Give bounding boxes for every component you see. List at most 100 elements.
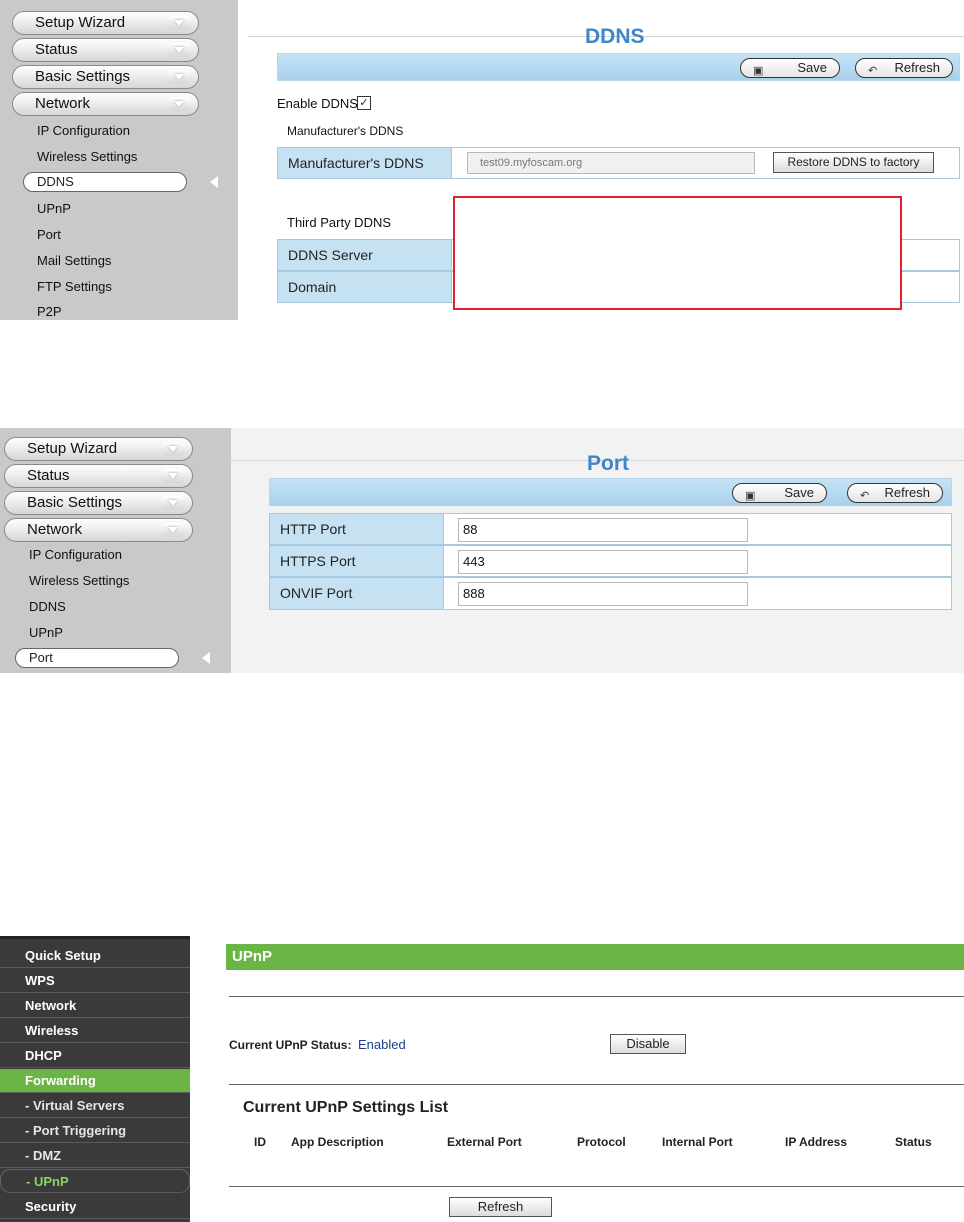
router-menu-virtual-servers[interactable]: - Virtual Servers [0, 1094, 190, 1118]
column-app-description: App Description [291, 1135, 384, 1149]
column-external-port: External Port [447, 1135, 522, 1149]
enable-ddns-label: Enable DDNS [277, 96, 358, 111]
page-title: Port [587, 452, 629, 475]
submenu-upnp[interactable]: UPnP [29, 625, 63, 640]
upnp-list-title: Current UPnP Settings List [243, 1099, 449, 1116]
menu-label: Setup Wizard [35, 14, 126, 31]
refresh-list-button[interactable]: Refresh [449, 1197, 552, 1217]
submenu-wireless-settings[interactable]: Wireless Settings [37, 149, 137, 164]
menu-network[interactable]: Network [4, 518, 193, 542]
router-menu-forwarding[interactable]: Forwarding [0, 1069, 190, 1093]
restore-ddns-button[interactable]: Restore DDNS to factory [773, 152, 934, 173]
ddns-server-label: DDNS Server [277, 239, 452, 271]
save-icon: ▣ [753, 65, 764, 77]
save-button[interactable]: ▣ Save [740, 58, 840, 78]
save-label: Save [784, 485, 814, 500]
refresh-button[interactable]: ↶ Refresh [847, 483, 943, 503]
manufacturer-ddns-section: Manufacturer's DDNS [287, 124, 404, 138]
onvif-port-input[interactable]: 888 [458, 582, 748, 606]
router-menu-port-triggering[interactable]: - Port Triggering [0, 1119, 190, 1143]
menu-basic-settings[interactable]: Basic Settings [4, 491, 193, 515]
menu-setup-wizard[interactable]: Setup Wizard [4, 437, 193, 461]
refresh-icon: ↶ [860, 490, 870, 502]
router-menu-wps[interactable]: WPS [0, 969, 190, 993]
menu-status[interactable]: Status [12, 38, 199, 62]
chevron-down-icon [166, 43, 192, 57]
divider [229, 1084, 964, 1085]
submenu-port[interactable]: Port [37, 227, 61, 242]
column-protocol: Protocol [577, 1135, 626, 1149]
refresh-icon: ↶ [868, 65, 878, 77]
menu-label: Network [35, 95, 91, 112]
menu-network[interactable]: Network [12, 92, 199, 116]
disable-upnp-button[interactable]: Disable [610, 1034, 686, 1054]
submenu-ftp-settings[interactable]: FTP Settings [37, 279, 112, 294]
save-icon: ▣ [745, 490, 756, 502]
save-label: Save [797, 60, 827, 75]
submenu-ddns-active[interactable]: DDNS [23, 172, 187, 192]
submenu-ddns[interactable]: DDNS [29, 599, 66, 614]
refresh-label: Refresh [894, 60, 940, 75]
submenu-ip-configuration[interactable]: IP Configuration [37, 123, 130, 138]
save-button[interactable]: ▣ Save [732, 483, 827, 503]
router-menu-upnp[interactable]: - UPnP [0, 1169, 190, 1193]
menu-basic-settings[interactable]: Basic Settings [12, 65, 199, 89]
http-port-input[interactable]: 88 [458, 518, 748, 542]
upnp-status-label: Current UPnP Status: [229, 1038, 352, 1052]
submenu-p2p[interactable]: P2P [37, 304, 62, 319]
chevron-down-icon [166, 16, 192, 30]
menu-label: Status [27, 467, 70, 484]
menu-label: Network [27, 521, 83, 538]
active-pointer-icon [210, 176, 218, 188]
refresh-label: Refresh [884, 485, 930, 500]
chevron-down-icon [166, 97, 192, 111]
router-upnp-panel: Quick Setup WPS Network Wireless DHCP Fo… [0, 936, 964, 1222]
router-menu-security[interactable]: Security [0, 1195, 190, 1219]
column-status: Status [895, 1135, 932, 1149]
router-menu-quick-setup[interactable]: Quick Setup [0, 944, 190, 968]
active-pointer-icon [202, 652, 210, 664]
menu-setup-wizard[interactable]: Setup Wizard [12, 11, 199, 35]
enable-ddns-checkbox[interactable]: ✓ [357, 96, 371, 110]
refresh-button[interactable]: ↶ Refresh [855, 58, 953, 78]
chevron-down-icon [160, 469, 186, 483]
toolbar: ▣ Save ↶ Refresh [269, 478, 952, 506]
submenu-mail-settings[interactable]: Mail Settings [37, 253, 111, 268]
toolbar: ▣ Save ↶ Refresh [277, 53, 960, 81]
https-port-label: HTTPS Port [269, 545, 444, 577]
divider [229, 996, 964, 997]
router-menu-wireless[interactable]: Wireless [0, 1019, 190, 1043]
menu-status[interactable]: Status [4, 464, 193, 488]
upnp-status-value: Enabled [358, 1037, 406, 1052]
port-panel: Setup Wizard Status Basic Settings Netwo… [0, 428, 964, 673]
submenu-wireless-settings[interactable]: Wireless Settings [29, 573, 129, 588]
column-id: ID [254, 1135, 266, 1149]
chevron-down-icon [166, 70, 192, 84]
ddns-panel: Setup Wizard Status Basic Settings Netwo… [0, 0, 964, 320]
column-internal-port: Internal Port [662, 1135, 733, 1149]
domain-label: Domain [277, 271, 452, 303]
menu-label: Basic Settings [35, 68, 131, 85]
redaction-highlight-box [453, 196, 902, 310]
https-port-input[interactable]: 443 [458, 550, 748, 574]
router-menu-dmz[interactable]: - DMZ [0, 1144, 190, 1168]
column-ip-address: IP Address [785, 1135, 848, 1149]
submenu-upnp[interactable]: UPnP [37, 201, 71, 216]
router-menu-dhcp[interactable]: DHCP [0, 1044, 190, 1068]
divider [229, 1186, 964, 1187]
menu-label: Status [35, 41, 78, 58]
submenu-ip-configuration[interactable]: IP Configuration [29, 547, 122, 562]
router-main-content: UPnP Current UPnP Status: Enabled Disabl… [196, 936, 964, 1222]
menu-label: Basic Settings [27, 494, 123, 511]
chevron-down-icon [160, 523, 186, 537]
chevron-down-icon [160, 442, 186, 456]
http-port-label: HTTP Port [269, 513, 444, 545]
submenu-port-active[interactable]: Port [15, 648, 179, 668]
onvif-port-label: ONVIF Port [269, 577, 444, 610]
router-menu-network[interactable]: Network [0, 994, 190, 1018]
menu-label: Setup Wizard [27, 440, 118, 457]
router-page-title: UPnP [226, 944, 964, 970]
page-title: DDNS [585, 25, 645, 48]
manufacturer-ddns-input[interactable]: test09.myfoscam.org [467, 152, 755, 174]
chevron-down-icon [160, 496, 186, 510]
